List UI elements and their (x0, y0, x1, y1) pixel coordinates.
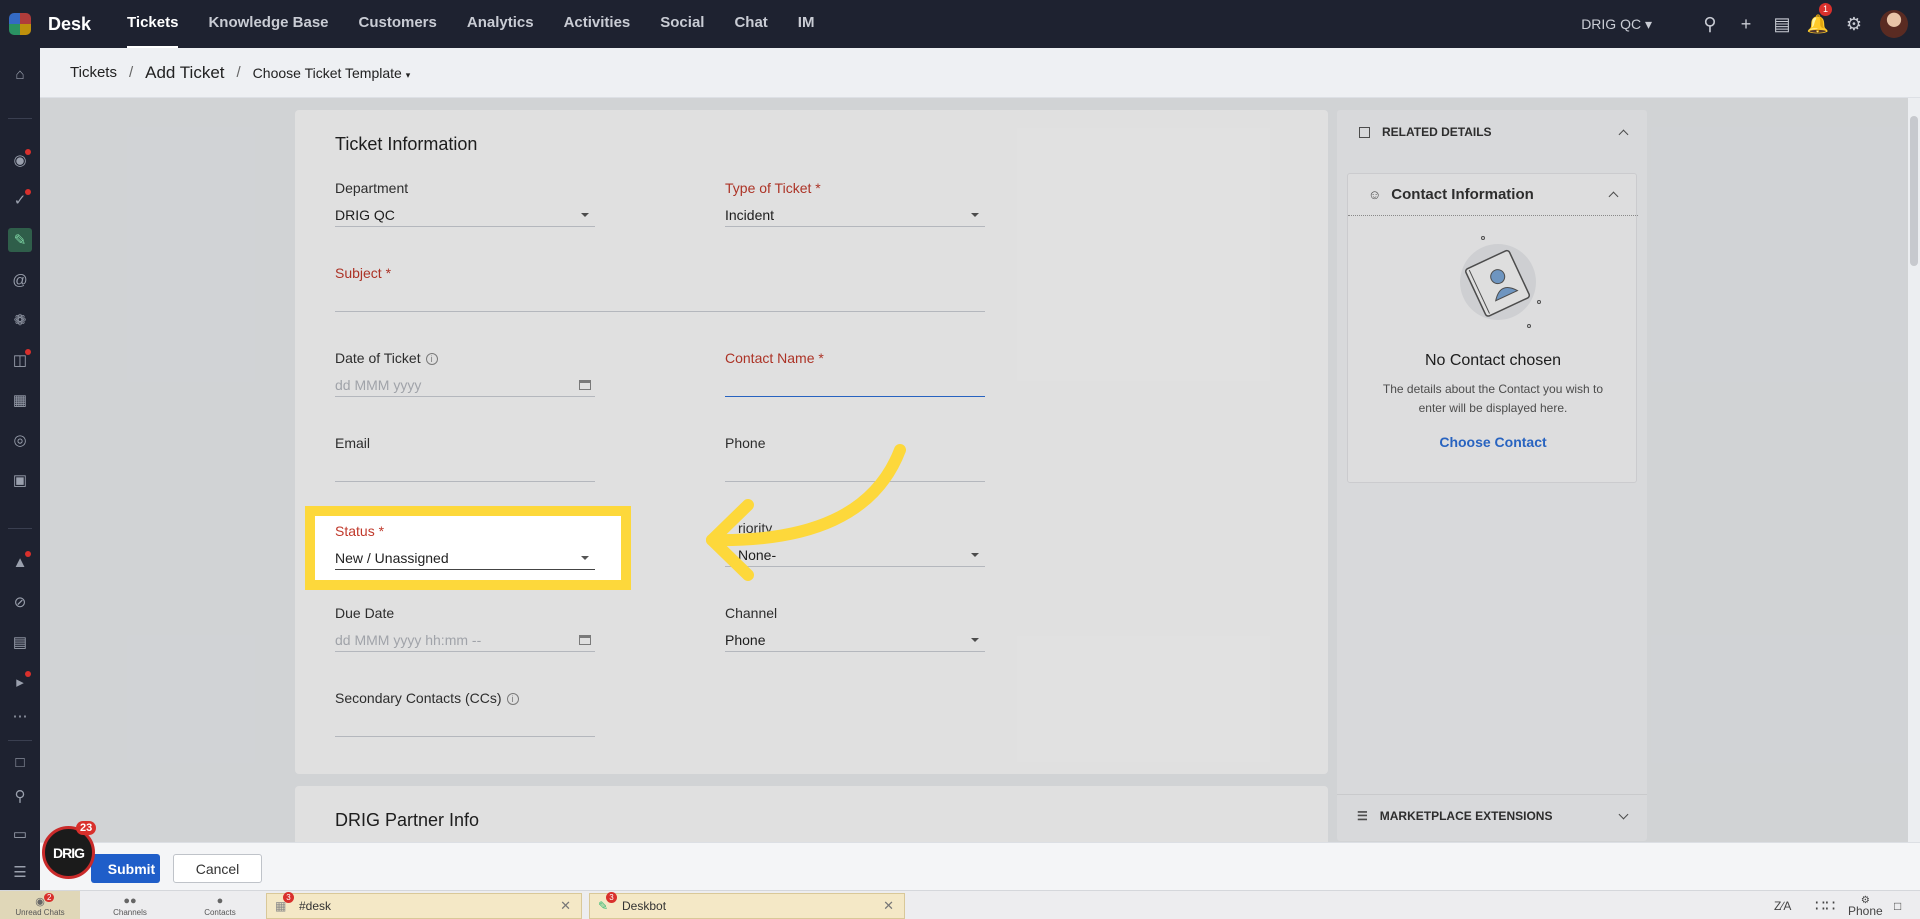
eye-icon[interactable]: ◉ (8, 148, 32, 172)
search-icon[interactable]: ⚲ (1692, 0, 1728, 48)
overlay-dim (40, 590, 1920, 842)
translate-icon[interactable]: Z∕A (1774, 891, 1791, 919)
nav-knowledge-base[interactable]: Knowledge Base (208, 0, 328, 48)
left-sidebar: ⌂ ◉ ✓ ✎ @ ❁ ◫ ▦ ◎ ▣ ▲ ⊘ ▤ ▸ ⋯ □ ⚲ ▭ ☰ (0, 48, 40, 892)
breadcrumb-separator: / (128, 64, 134, 81)
close-icon[interactable]: ✕ (883, 898, 894, 914)
nav-activities[interactable]: Activities (564, 0, 631, 48)
breadcrumb-tickets[interactable]: Tickets (70, 64, 117, 81)
chat-bot-badge: 23 (76, 821, 97, 835)
bolt-icon[interactable]: ⊘ (8, 590, 32, 614)
chevron-down-icon: ▾ (405, 69, 411, 80)
breadcrumb-add-ticket: Add Ticket (145, 62, 225, 82)
nav-chat[interactable]: Chat (734, 0, 767, 48)
phone-label: Phone (1848, 903, 1883, 918)
notification-mute-icon[interactable]: □ (1894, 891, 1901, 919)
status-select[interactable]: New / Unassigned (335, 546, 595, 570)
page-scrollbar[interactable] (1908, 98, 1920, 842)
user-avatar[interactable] (1880, 10, 1908, 38)
tickets-icon[interactable]: ✎ (8, 228, 32, 252)
dropdown-caret-icon (581, 555, 589, 560)
chevron-down-icon: ▾ (1644, 15, 1652, 32)
at-sign-icon[interactable]: @ (8, 268, 32, 292)
contacts-label: Contacts (204, 908, 236, 917)
submit-button[interactable]: Submit (91, 854, 160, 883)
choose-template-dropdown[interactable]: Choose Ticket Template ▾ (253, 65, 411, 81)
person-icon: ● (216, 895, 224, 907)
nav-im[interactable]: IM (798, 0, 815, 48)
notification-bell-icon[interactable]: 🔔 1 (1800, 0, 1836, 48)
breadcrumb-separator: / (236, 64, 241, 81)
document-icon[interactable]: ▤ (8, 630, 32, 654)
tag-search-icon[interactable]: ⚲ (8, 784, 32, 808)
overlay-dim (40, 506, 305, 590)
nav-analytics[interactable]: Analytics (467, 0, 534, 48)
annotation-arrow-icon (706, 444, 906, 581)
breadcrumb: Tickets / Add Ticket / Choose Ticket Tem… (40, 48, 1920, 98)
more-icon[interactable]: ⋯ (8, 704, 32, 728)
nav-social[interactable]: Social (660, 0, 704, 48)
notification-badge: 1 (1819, 3, 1832, 16)
calendar-icon[interactable]: ▦ (8, 388, 32, 412)
status-label: Status * (335, 523, 385, 539)
top-navigation-bar: Desk Tickets Knowledge Base Customers An… (0, 0, 1920, 48)
chat-tab-name: Deskbot (622, 899, 667, 913)
home-icon[interactable]: ⌂ (8, 62, 32, 86)
cancel-button[interactable]: Cancel (173, 854, 262, 883)
megaphone-icon[interactable]: ▸ (8, 670, 32, 694)
nav-customers[interactable]: Customers (359, 0, 437, 48)
main-nav: Tickets Knowledge Base Customers Analyti… (127, 0, 844, 48)
org-name: DRIG QC (1581, 15, 1642, 32)
mountain-icon[interactable]: ▲ (8, 550, 32, 574)
sidebar-divider (8, 528, 32, 529)
channels-tab[interactable]: ●● Channels (90, 891, 170, 919)
chat-unread-badge: 3 (606, 892, 617, 903)
card-icon[interactable]: ▭ (8, 822, 32, 846)
chat-tab-desk[interactable]: ▦ 3 #desk ✕ (266, 892, 582, 919)
dialpad-icon[interactable]: ∷∷ (1815, 891, 1835, 919)
group-icon: ●● (123, 895, 137, 907)
check-icon[interactable]: ✓ (8, 188, 32, 212)
close-icon[interactable]: ✕ (560, 898, 571, 914)
settings-gear-icon[interactable]: ⚙ (1836, 0, 1872, 48)
template-label: Choose Ticket Template (252, 64, 402, 81)
unread-chats-label: Unread Chats (15, 908, 65, 917)
bottom-chat-tray: ◉ Unread Chats 2 ●● Channels ● Contacts … (0, 890, 1920, 919)
puzzle-icon[interactable]: ❁ (8, 308, 32, 332)
notes-icon[interactable]: □ (8, 750, 32, 774)
layers-icon[interactable]: ☰ (8, 860, 32, 884)
contacts-tab[interactable]: ● Contacts (180, 891, 260, 919)
scrollbar-thumb[interactable] (1910, 116, 1918, 266)
chat-tab-name: #desk (299, 899, 332, 913)
overlay-dim (40, 98, 1920, 506)
report-icon[interactable]: ▣ (8, 468, 32, 492)
inbox-icon[interactable]: ◫ (8, 348, 32, 372)
status-field-highlight: Status * New / Unassigned (305, 506, 631, 590)
phone-widget[interactable]: ⚙ Phone (1848, 891, 1883, 919)
app-name: Desk (48, 13, 92, 34)
unread-chats-tab[interactable]: ◉ Unread Chats 2 (0, 891, 80, 919)
sidebar-divider (8, 740, 32, 741)
chat-unread-badge: 3 (283, 892, 294, 903)
org-switcher[interactable]: DRIG QC ▾ (1581, 16, 1652, 33)
form-actions-bar: Submit Cancel (40, 842, 1920, 890)
chat-tab-deskbot[interactable]: ✎ 3 Deskbot ✕ (589, 892, 905, 919)
globe-icon[interactable]: ◎ (8, 428, 32, 452)
status-value: New / Unassigned (335, 549, 449, 566)
dashboard-icon[interactable]: ▤ (1764, 0, 1800, 48)
unread-chats-badge: 2 (44, 893, 55, 902)
channels-label: Channels (113, 908, 147, 917)
nav-tickets[interactable]: Tickets (127, 0, 179, 48)
app-logo[interactable] (0, 0, 40, 48)
add-icon[interactable]: + (1728, 0, 1764, 48)
sidebar-divider (8, 118, 32, 119)
